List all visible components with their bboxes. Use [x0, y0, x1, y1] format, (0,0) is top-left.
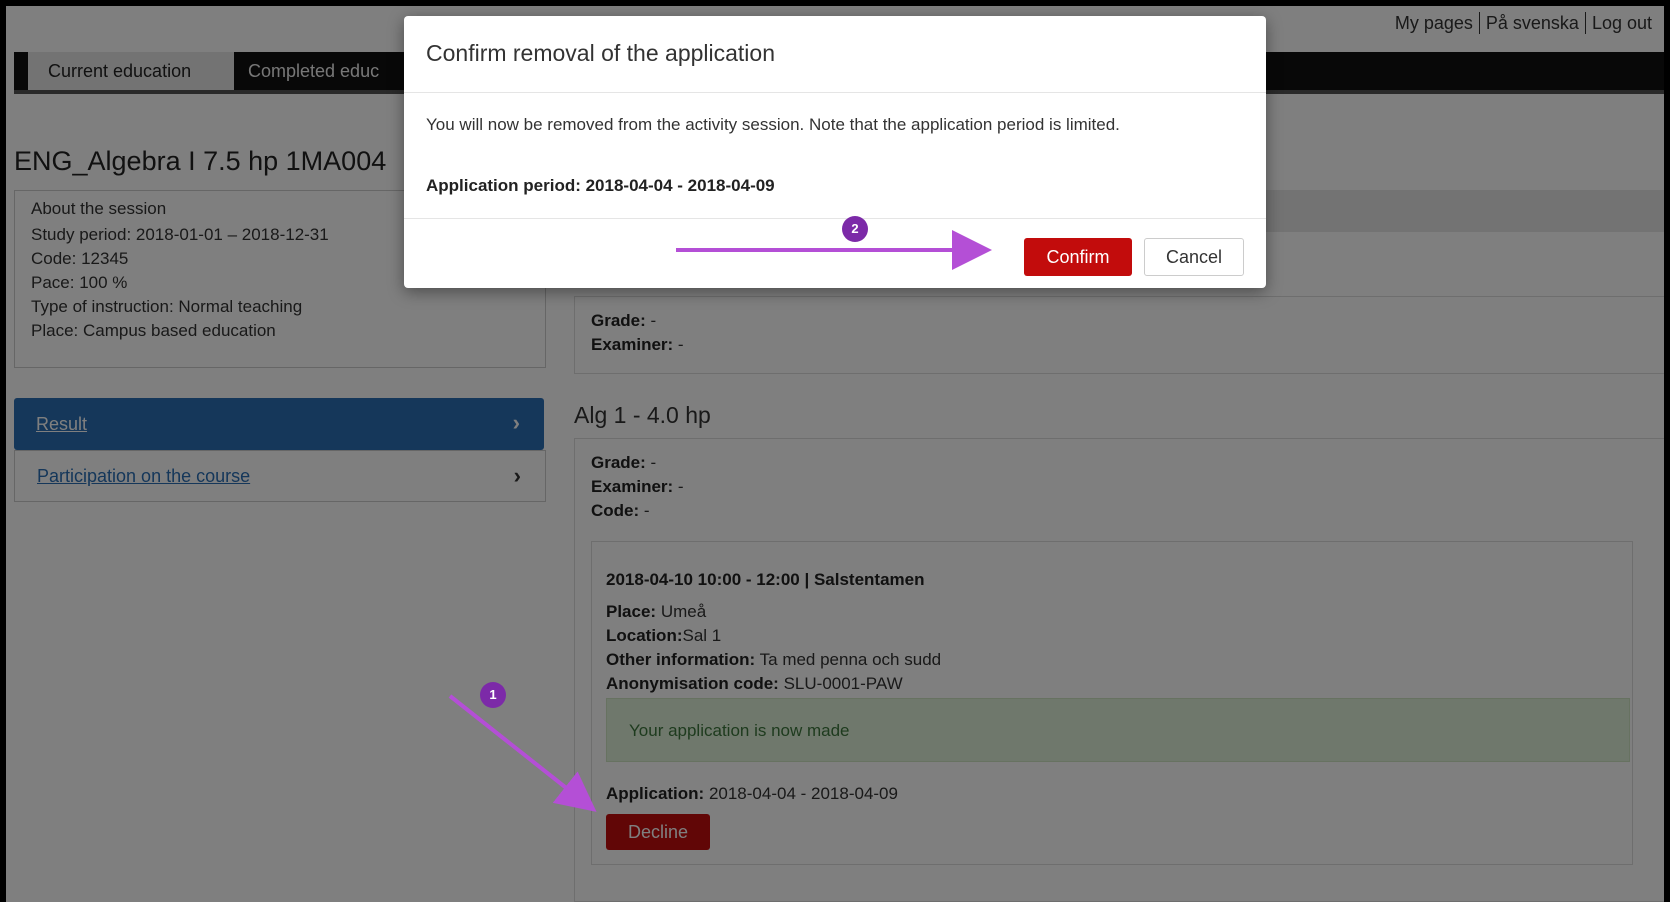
annotation-badge-2: 2 — [842, 216, 868, 242]
page-frame: My pages På svenska Log out Current educ… — [6, 6, 1664, 902]
annotation-arrow-1 — [448, 694, 597, 812]
annotation-layer — [448, 230, 992, 812]
annotation-badge-1: 1 — [480, 682, 506, 708]
